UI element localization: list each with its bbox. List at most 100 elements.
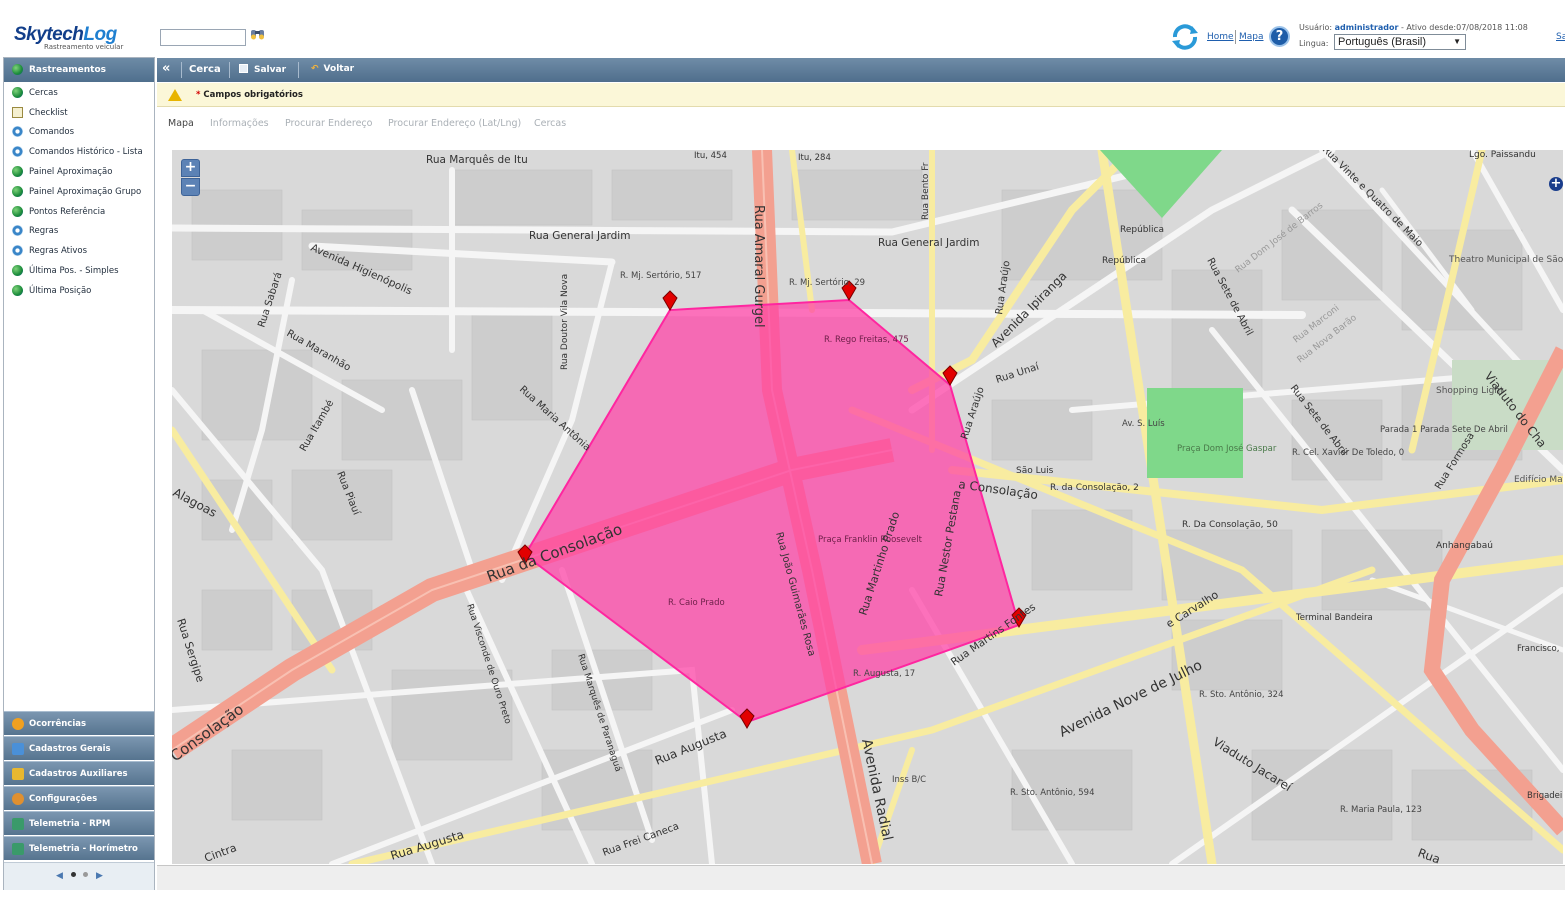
map-label: Theatro Municipal de São Paulo <box>1448 255 1563 265</box>
map-label: R. Sto. Antônio, 324 <box>1199 689 1284 700</box>
tab-informacoes[interactable]: Informações <box>210 118 269 129</box>
pager-prev-icon[interactable]: ◀ <box>56 871 63 881</box>
gear-icon <box>12 245 23 256</box>
quick-search-input[interactable] <box>160 29 246 46</box>
map-label: Rua General Jardim <box>878 237 979 249</box>
sidebar-section-configuracoes[interactable]: Configurações <box>4 786 154 810</box>
map-label: R. Maria Paula, 123 <box>1340 805 1422 815</box>
sidebar-section-telemetria-horimetro[interactable]: Telemetria - Horímetro <box>4 836 154 860</box>
sidebar-pager: ◀ ▶ <box>4 862 154 890</box>
gear-icon <box>12 126 23 137</box>
map-label: Terminal Bandeira <box>1295 613 1373 623</box>
sidebar-section-ocorrencias[interactable]: Ocorrências <box>4 711 154 735</box>
map-label: R. Caio Prado <box>668 598 725 608</box>
gear-icon <box>12 146 23 157</box>
save-icon <box>239 64 248 73</box>
user-info: Usuário: administrador - Ativo desde:07/… <box>1299 23 1528 32</box>
mapa-link[interactable]: Mapa <box>1239 32 1264 42</box>
register-icon <box>12 743 24 755</box>
home-link[interactable]: Home <box>1207 32 1234 42</box>
language-label: Lingua: <box>1299 39 1329 48</box>
map-label: Praça Dom José Gaspar <box>1177 443 1277 454</box>
map-label: Inss B/C <box>892 775 926 785</box>
toolbar-divider <box>181 62 182 78</box>
tab-cercas[interactable]: Cercas <box>534 118 566 129</box>
map-label: R. Cel. Xavier De Toledo, 0 <box>1292 448 1404 458</box>
sidebar-section-rastreamentos[interactable]: Rastreamentos <box>4 58 154 82</box>
logo-subtitle: Rastreamento veicular <box>44 43 124 51</box>
zoom-out-button[interactable]: − <box>181 178 200 196</box>
pager-next-icon[interactable]: ▶ <box>96 871 103 881</box>
tab-procurar-endereco[interactable]: Procurar Endereço <box>285 118 372 129</box>
folder-icon <box>12 768 24 780</box>
map-label: República <box>1102 256 1146 266</box>
globe-icon <box>12 87 23 98</box>
footer-bar <box>157 865 1565 890</box>
save-button[interactable]: Salvar <box>239 64 286 75</box>
help-icon[interactable]: ? <box>1269 26 1290 47</box>
toolbar-title: Cerca <box>189 64 221 75</box>
link-divider <box>1235 30 1236 44</box>
globe-icon <box>12 206 23 217</box>
map-canvas[interactable]: Rua Marquês de Itu Itu, 454 Itu, 284 Rua… <box>172 150 1563 864</box>
map-label: Itu, 454 <box>694 151 727 161</box>
back-button[interactable]: ↶ Voltar <box>311 64 354 74</box>
refresh-icon[interactable] <box>1170 22 1200 52</box>
sidebar-section-cadastros-auxiliares[interactable]: Cadastros Auxiliares <box>4 761 154 785</box>
map-label: R. Da Consolação, 50 <box>1182 520 1278 530</box>
chevron-down-icon: ▼ <box>1453 37 1461 46</box>
telemetry-icon <box>12 843 24 855</box>
warning-icon <box>12 718 24 730</box>
map-label: Anhangabaú <box>1436 541 1493 551</box>
map-label: R. Mj. Sertório, 517 <box>620 270 701 281</box>
map-label: Rua Marquês de Itu <box>426 154 528 166</box>
map-label: Edifício Matarazzo <box>1514 475 1563 485</box>
left-sidebar: Rastreamentos Cercas Checklist Comandos … <box>3 57 155 890</box>
map-label: Francisco, <box>1517 644 1559 654</box>
binoculars-search-icon[interactable] <box>250 27 266 41</box>
collapse-sidebar-icon[interactable]: « <box>162 61 170 76</box>
tab-procurar-endereco-latlng[interactable]: Procurar Endereço (Lat/Lng) <box>388 118 521 129</box>
toolbar-divider <box>298 62 299 78</box>
settings-icon <box>12 793 24 805</box>
map-label: Praça Franklin Roosevelt <box>818 535 923 545</box>
pager-dot[interactable] <box>83 872 88 877</box>
map-label: República <box>1120 225 1164 235</box>
map-label: São Luis <box>1016 466 1054 476</box>
map-label: Rua Amaral Gurgel <box>751 205 766 328</box>
language-select[interactable]: Português (Brasil) ▼ <box>1334 34 1466 50</box>
warning-triangle-icon <box>168 89 182 101</box>
tab-mapa[interactable]: Mapa <box>168 118 194 129</box>
map-label: Itu, 284 <box>798 153 831 163</box>
back-arrow-icon: ↶ <box>311 64 319 74</box>
map-label: R. Rego Freitas, 475 <box>824 335 909 345</box>
map-label: Lgo. Paissandu <box>1469 150 1536 160</box>
map-view[interactable]: Rua Marquês de Itu Itu, 454 Itu, 284 Rua… <box>172 150 1563 864</box>
toolbar-divider <box>229 62 230 78</box>
zoom-in-button[interactable]: + <box>181 159 200 177</box>
map-label: Rua General Jardim <box>529 230 630 242</box>
map-label: R. Sto. Antônio, 594 <box>1010 787 1095 798</box>
pager-dot-active[interactable] <box>71 872 76 877</box>
map-label: Rua Doutor Vila Nova <box>560 274 570 370</box>
map-label: Av. S. Luís <box>1122 419 1165 429</box>
tab-bar: Mapa Informações Procurar Endereço Procu… <box>157 108 1565 138</box>
required-fields-bar: * Campos obrigatórios <box>157 83 1565 107</box>
layer-switcher-icon[interactable]: + <box>1549 177 1563 191</box>
toolbar: « Cerca Salvar ↶ Voltar <box>157 58 1565 82</box>
telemetry-icon <box>12 818 24 830</box>
sidebar-section-cadastros-gerais[interactable]: Cadastros Gerais <box>4 736 154 760</box>
map-label: R. Mj. Sertório, 29 <box>789 277 865 288</box>
sidebar-section-telemetria-rpm[interactable]: Telemetria - RPM <box>4 811 154 835</box>
globe-icon <box>12 265 23 276</box>
map-label: R. Augusta, 17 <box>853 669 915 679</box>
globe-icon <box>12 166 23 177</box>
map-label: Brigadei <box>1527 791 1562 801</box>
globe-icon <box>12 285 23 296</box>
globe-icon <box>12 186 23 197</box>
map-label: Rua Bento Fr <box>921 162 931 220</box>
globe-icon <box>12 64 23 75</box>
logout-link[interactable]: Sa <box>1556 32 1565 42</box>
map-label: Parada 1 Parada Sete De Abril <box>1380 425 1508 435</box>
map-label: R. da Consolação, 2 <box>1050 483 1139 493</box>
